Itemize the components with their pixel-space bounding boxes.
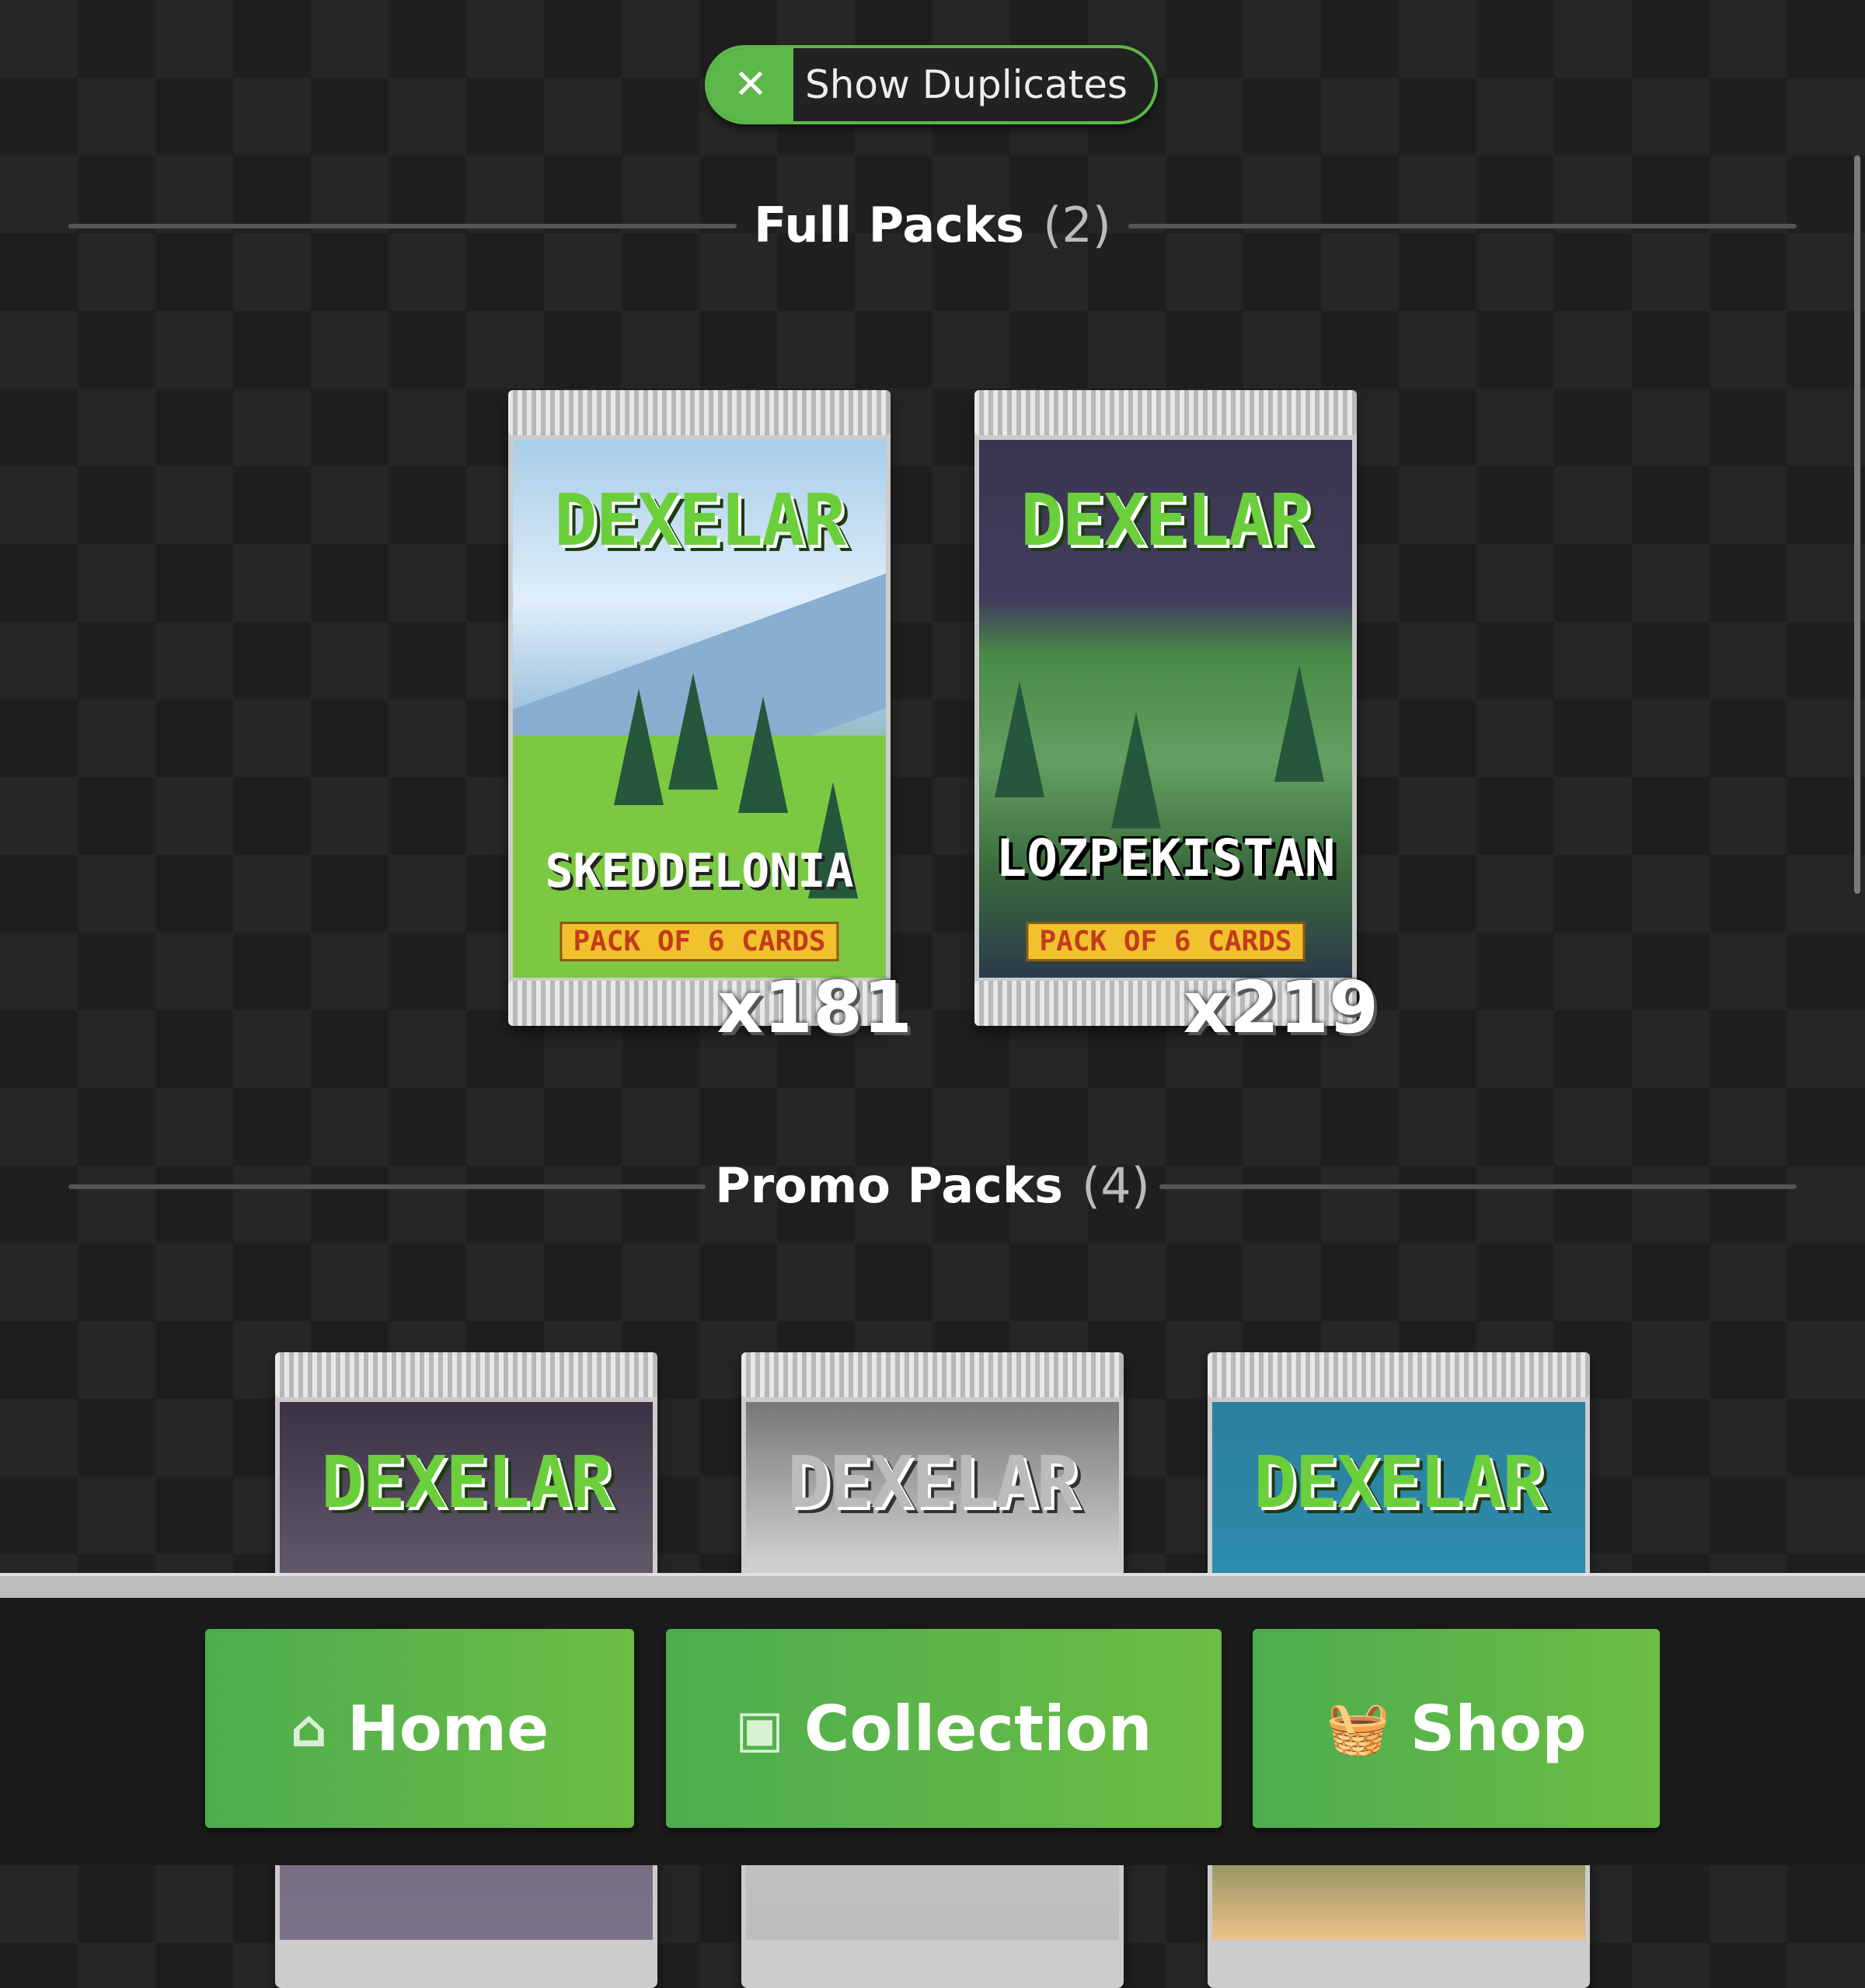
section-title: Full Packs (2): [68, 194, 1797, 256]
pack-crimp: [275, 1352, 657, 1397]
pack-brand: DEXELAR: [321, 1441, 613, 1524]
pack-quantity: x219: [1183, 966, 1379, 1049]
section-title: Promo Packs (4): [68, 1155, 1797, 1217]
tree-graphic: [1274, 665, 1324, 782]
pack-crimp: [508, 390, 891, 435]
collection-button[interactable]: ▣ Collection: [666, 1629, 1222, 1828]
pack-size-tag: PACK OF 6 CARDS: [560, 922, 839, 961]
pack-brand: DEXELAR: [1020, 479, 1312, 562]
show-duplicates-toggle[interactable]: ✕ Show Duplicates: [705, 45, 1158, 124]
section-title-text: Full Packs: [754, 197, 1025, 253]
pack-crimp: [1208, 1352, 1590, 1397]
pack-quantity: x181: [716, 966, 912, 1049]
section-count: (4): [1082, 1157, 1150, 1214]
pack-brand: DEXELAR: [554, 479, 846, 562]
home-button-label: Home: [347, 1692, 549, 1765]
shopping-basket-icon: 🧺: [1326, 1698, 1390, 1758]
pack-crimp: [974, 390, 1357, 435]
tree-graphic: [668, 673, 718, 790]
section-title-text: Promo Packs: [715, 1157, 1064, 1214]
pack-region: LOZPEKISTAN: [995, 828, 1336, 888]
tree-graphic: [1111, 712, 1161, 828]
pack-lozpekistan[interactable]: DEXELAR LOZPEKISTAN PACK OF 6 CARDS x219: [974, 390, 1379, 1049]
shop-button-label: Shop: [1410, 1692, 1587, 1765]
shop-button[interactable]: 🧺 Shop: [1253, 1629, 1660, 1828]
section-count: (2): [1043, 197, 1111, 253]
scrollbar[interactable]: [1854, 155, 1860, 894]
pack-brand: DEXELAR: [787, 1441, 1079, 1524]
pack-skeddelonia[interactable]: DEXELAR SKEDDELONIA PACK OF 6 CARDS x181: [508, 390, 912, 1049]
tree-graphic: [614, 689, 664, 805]
tree-graphic: [738, 696, 788, 813]
collection-button-label: Collection: [804, 1692, 1152, 1765]
full-packs-header: Full Packs (2): [68, 194, 1797, 256]
close-icon: ✕: [708, 48, 793, 121]
pack-size-tag: PACK OF 6 CARDS: [1026, 922, 1306, 961]
tree-graphic: [995, 681, 1044, 797]
pack-artwork: DEXELAR SKEDDELONIA PACK OF 6 CARDS: [513, 440, 886, 978]
pack-artwork: DEXELAR LOZPEKISTAN PACK OF 6 CARDS: [979, 440, 1352, 978]
shelf-divider: [0, 1573, 1865, 1598]
promo-packs-header: Promo Packs (4): [68, 1155, 1797, 1217]
home-icon: ⌂: [290, 1698, 327, 1759]
show-duplicates-label: Show Duplicates: [804, 62, 1128, 107]
archive-box-icon: ▣: [735, 1698, 784, 1759]
pack-region: SKEDDELONIA: [545, 844, 854, 898]
home-button[interactable]: ⌂ Home: [205, 1629, 634, 1828]
pack-brand: DEXELAR: [1253, 1441, 1546, 1524]
pack-crimp: [741, 1352, 1124, 1397]
